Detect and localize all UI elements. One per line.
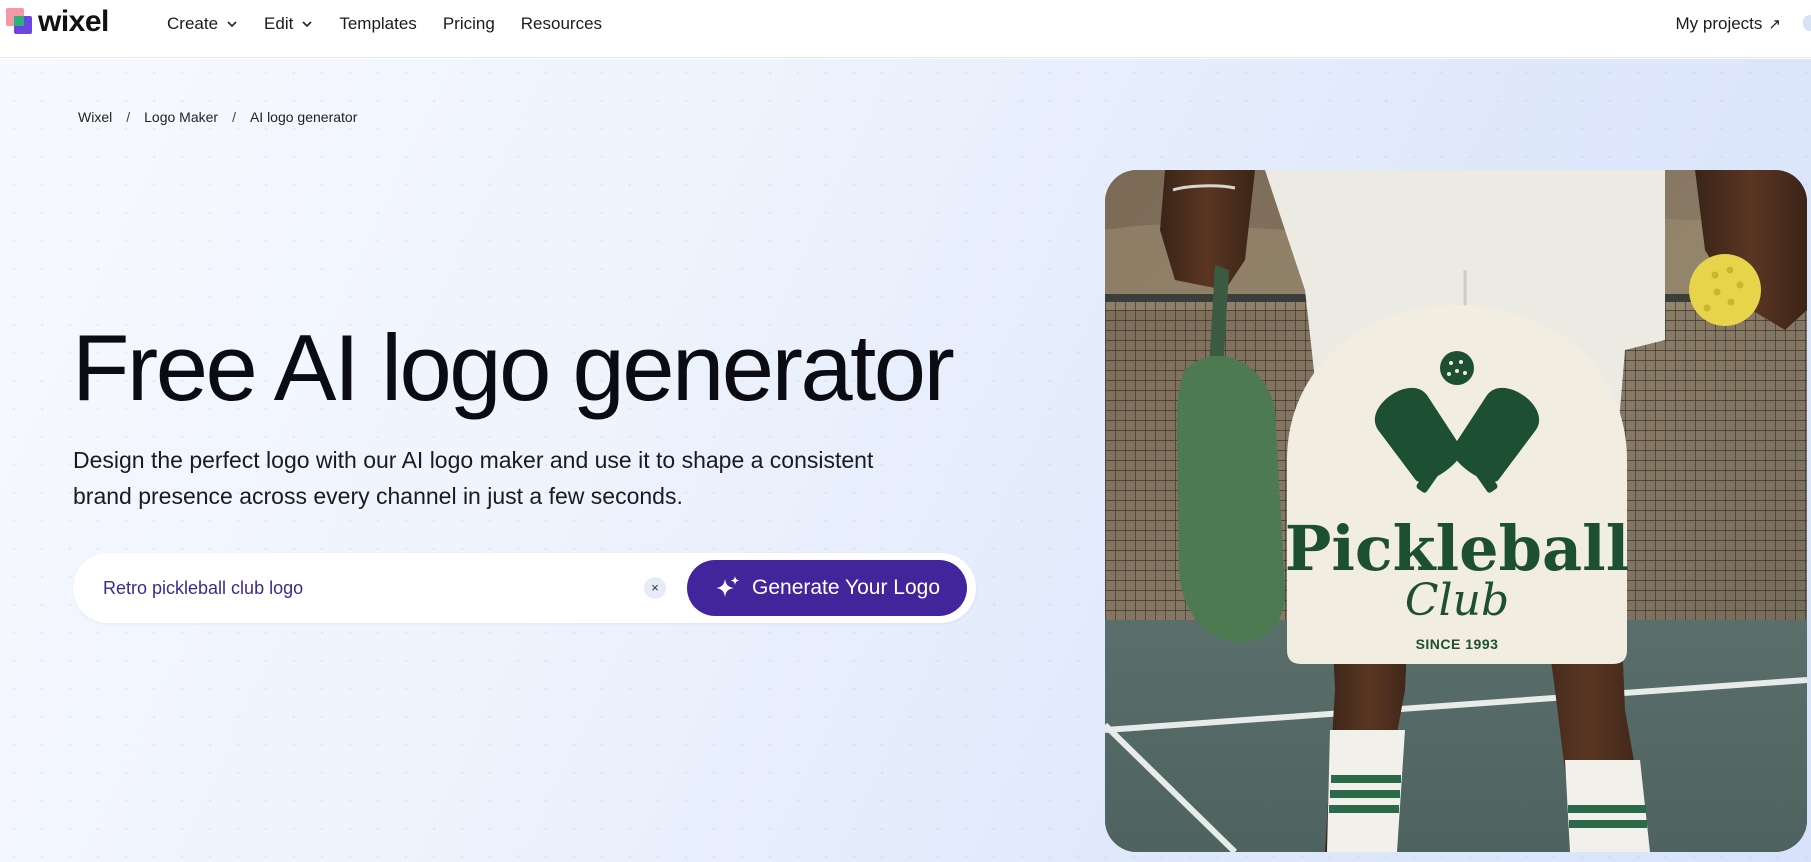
nav-item-templates[interactable]: Templates bbox=[339, 14, 416, 34]
pickleball-photo: Pickleball Club SINCE 1993 bbox=[1105, 170, 1807, 852]
nav-item-create[interactable]: Create bbox=[167, 14, 238, 34]
breadcrumb-item-logo-maker[interactable]: Logo Maker bbox=[144, 109, 218, 125]
breadcrumb: Wixel / Logo Maker / AI logo generator bbox=[78, 109, 357, 125]
generate-logo-button[interactable]: Generate Your Logo bbox=[687, 560, 967, 616]
brand-name: wixel bbox=[38, 5, 109, 38]
chevron-down-icon bbox=[227, 20, 237, 27]
logo-prompt-input[interactable] bbox=[103, 571, 683, 605]
pickleball-club-badge: Pickleball Club SINCE 1993 bbox=[1285, 305, 1629, 664]
external-link-icon: ↗ bbox=[1768, 15, 1781, 33]
top-navigation: wixel Create Edit Templates Pricing Reso… bbox=[0, 0, 1811, 58]
wixel-logo-icon bbox=[6, 8, 34, 36]
nav-item-label: Pricing bbox=[442, 13, 495, 33]
close-icon: × bbox=[651, 580, 659, 595]
chevron-down-icon bbox=[302, 20, 312, 27]
generate-logo-label: Generate Your Logo bbox=[752, 576, 940, 599]
hero-section: Wixel / Logo Maker / AI logo generator F… bbox=[0, 59, 1811, 862]
breadcrumb-separator: / bbox=[232, 109, 236, 125]
nav-item-resources[interactable]: Resources bbox=[521, 14, 602, 34]
breadcrumb-item-current: AI logo generator bbox=[249, 109, 358, 125]
main-nav: Create Edit Templates Pricing Resources bbox=[167, 0, 628, 47]
breadcrumb-item-wixel[interactable]: Wixel bbox=[78, 109, 112, 125]
avatar[interactable] bbox=[1803, 15, 1811, 31]
page-subtitle: Design the perfect logo with our AI logo… bbox=[73, 447, 874, 509]
nav-item-edit[interactable]: Edit bbox=[264, 14, 313, 34]
wixel-logo[interactable]: wixel bbox=[6, 5, 109, 38]
nav-item-label: Resources bbox=[520, 13, 603, 33]
breadcrumb-separator: / bbox=[126, 109, 131, 125]
badge-script: Club bbox=[1405, 575, 1509, 626]
my-projects-label: My projects bbox=[1675, 13, 1763, 33]
badge-since: SINCE 1993 bbox=[1416, 636, 1499, 652]
nav-item-label: Edit bbox=[264, 13, 294, 33]
showcase-image: Pickleball Club SINCE 1993 bbox=[1105, 170, 1807, 852]
nav-item-label: Templates bbox=[339, 13, 417, 33]
nav-item-label: Create bbox=[167, 13, 219, 33]
page-title: Free AI logo generator bbox=[72, 315, 955, 420]
sparkle-icon bbox=[716, 576, 740, 597]
prompt-bar: × Generate Your Logo bbox=[73, 553, 976, 623]
clear-input-button[interactable]: × bbox=[644, 577, 666, 599]
nav-item-pricing[interactable]: Pricing bbox=[443, 14, 495, 34]
my-projects-link[interactable]: My projects ↗ bbox=[1676, 0, 1782, 47]
